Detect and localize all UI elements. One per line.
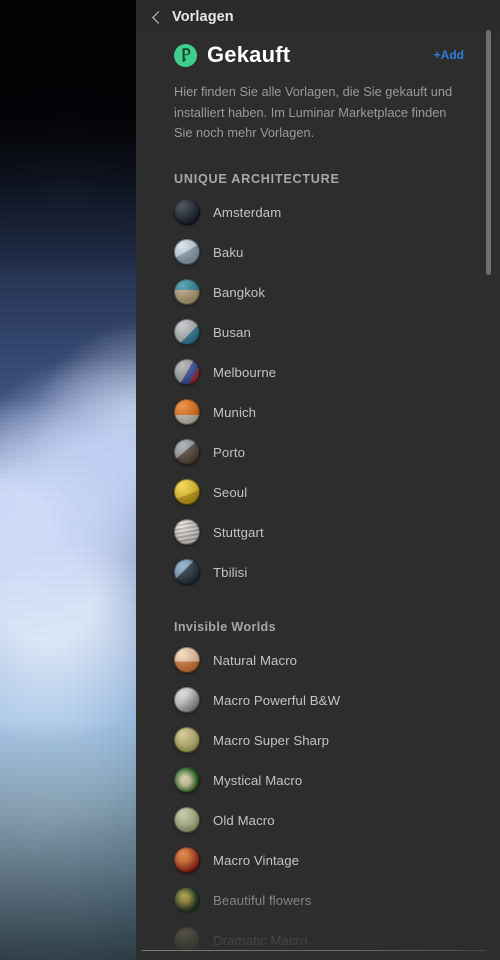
preset-label: Porto — [213, 444, 246, 460]
section-header-unique-architecture: UNIQUE ARCHITECTURE — [174, 172, 340, 187]
preset-thumbnail — [174, 439, 200, 466]
list-item[interactable]: Seoul — [136, 472, 500, 512]
collection-header: Gekauft +Add — [136, 34, 500, 68]
preset-label: Melbourne — [213, 364, 277, 380]
preset-thumbnail — [174, 847, 200, 874]
list-item[interactable]: Old Macro — [136, 800, 500, 840]
panel-content: Gekauft +Add Hier finden Sie alle Vorlag… — [136, 34, 500, 960]
preset-thumbnail — [174, 319, 200, 346]
preset-thumbnail — [174, 727, 200, 754]
vertical-scrollbar[interactable] — [486, 28, 491, 928]
preset-thumbnail — [174, 359, 200, 386]
preset-label: Seoul — [213, 484, 248, 500]
preset-label: Macro Super Sharp — [213, 732, 330, 748]
preset-thumbnail — [174, 647, 200, 674]
photo-vignette-layer — [0, 0, 136, 960]
preset-thumbnail — [174, 479, 200, 506]
collection-description: Hier finden Sie alle Vorlagen, die Sie g… — [174, 84, 453, 141]
scrollbar-thumb[interactable] — [486, 30, 491, 275]
preset-thumbnail — [174, 279, 200, 306]
list-item[interactable]: Bangkok — [136, 272, 500, 312]
panel-titlebar: Vorlagen — [136, 0, 500, 34]
preset-label: Mystical Macro — [213, 772, 303, 788]
preset-label: Munich — [213, 404, 257, 420]
list-item[interactable]: Tbilisi — [136, 552, 500, 592]
preset-thumbnail — [174, 927, 200, 954]
preset-thumbnail — [174, 199, 200, 226]
preset-thumbnail — [174, 807, 200, 834]
preset-list-invisible-worlds: Natural Macro Macro Powerful B&W Macro S… — [136, 640, 500, 960]
preset-thumbnail — [174, 399, 200, 426]
preset-thumbnail — [174, 887, 200, 914]
list-item[interactable]: Beautiful flowers — [136, 880, 500, 920]
panel-title[interactable]: Vorlagen — [172, 9, 234, 25]
preset-thumbnail — [174, 239, 200, 266]
preset-label: Amsterdam — [213, 204, 282, 220]
preset-label: Natural Macro — [213, 652, 298, 668]
preset-thumbnail — [174, 767, 200, 794]
luminar-p-logo-icon — [174, 43, 197, 67]
preset-label: Macro Vintage — [213, 852, 300, 868]
list-item[interactable]: Mystical Macro — [136, 760, 500, 800]
list-item[interactable]: Macro Powerful B&W — [136, 680, 500, 720]
preset-label: Old Macro — [213, 812, 275, 828]
list-item[interactable]: Melbourne — [136, 352, 500, 392]
list-item[interactable]: Dramatic Macro — [136, 920, 500, 960]
list-item[interactable]: Stuttgart — [136, 512, 500, 552]
preset-label: Macro Powerful B&W — [213, 692, 341, 708]
preset-thumbnail — [174, 559, 200, 586]
list-item[interactable]: Amsterdam — [136, 192, 500, 232]
section-header-invisible-worlds: Invisible Worlds — [174, 620, 276, 635]
preset-thumbnail — [174, 519, 200, 546]
list-item[interactable]: Baku — [136, 232, 500, 272]
presets-panel: Vorlagen Gekauft +Add Hier finden Sie al… — [136, 0, 500, 960]
preset-label: Busan — [213, 324, 251, 340]
list-item[interactable]: Natural Macro — [136, 640, 500, 680]
preset-label: Baku — [213, 244, 244, 260]
list-item[interactable]: Macro Super Sharp — [136, 720, 500, 760]
preset-label: Bangkok — [213, 284, 266, 300]
chevron-left-icon[interactable] — [150, 11, 163, 24]
list-item[interactable]: Munich — [136, 392, 500, 432]
list-item[interactable]: Macro Vintage — [136, 840, 500, 880]
preset-label: Stuttgart — [213, 524, 264, 540]
preset-list-unique-architecture: Amsterdam Baku Bangkok Busan Melbourne M… — [136, 192, 500, 592]
collection-title: Gekauft — [207, 42, 291, 67]
preset-label: Beautiful flowers — [213, 892, 312, 908]
list-item[interactable]: Porto — [136, 432, 500, 472]
preset-thumbnail — [174, 687, 200, 714]
preset-label: Tbilisi — [213, 564, 248, 580]
photo-preview[interactable] — [0, 0, 136, 960]
add-button[interactable]: +Add — [434, 48, 478, 62]
app-root: Vorlagen Gekauft +Add Hier finden Sie al… — [0, 0, 500, 960]
list-item[interactable]: Busan — [136, 312, 500, 352]
preset-label: Dramatic Macro — [213, 932, 308, 948]
